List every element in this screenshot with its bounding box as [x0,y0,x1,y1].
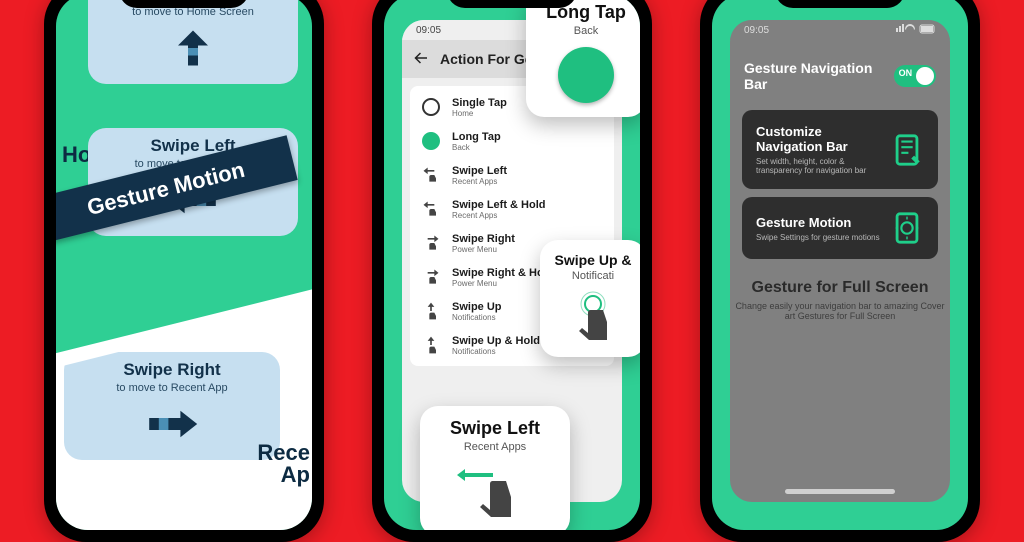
popup-subtitle: Back [540,25,632,37]
swipe-right-hold-icon [420,266,442,288]
phone-notch [775,0,905,8]
phone-notch [119,0,249,8]
popup-swipe-up: Swipe Up & Notificati [540,240,640,357]
popup-long-tap: Long Tap Back [526,0,640,117]
swipe-up-icon [420,300,442,322]
tap-circle-icon [558,47,614,103]
status-bar: 09:05 [730,20,950,40]
option-gesture-motion[interactable]: Gesture Motion Swipe Settings for gestur… [742,197,938,259]
popup-subtitle: Notificati [554,270,632,282]
swipe-left-icon [420,164,442,186]
swipe-right-icon [420,232,442,254]
home-indicator[interactable] [785,489,895,494]
toggle-knob [916,67,934,85]
swipe-up-hold-icon [420,334,442,356]
popup-swipe-left: Swipe Left Recent Apps [420,406,570,530]
popup-title: Swipe Left [434,418,556,439]
phone-mockup-2: 09:05 Action For Gesture Single TapHome … [372,0,652,542]
toggle-on-label: ON [899,68,913,78]
arrow-right-icon [142,402,202,446]
option-title: Customize Navigation Bar [756,124,890,154]
full-screen-title: Gesture for Full Screen [730,279,950,297]
list-item[interactable]: Swipe Left & HoldRecent Apps [410,192,614,226]
gesture-icon [890,211,924,245]
popup-subtitle: Recent Apps [434,441,556,453]
phone-mockup-3: 09:05 Gesture Navigation Bar ON Customiz… [700,0,980,542]
option-subtitle: Set width, height, color & transparency … [756,157,890,175]
arrow-up-icon [163,26,223,70]
status-time: 09:05 [744,25,769,36]
option-customize-nav[interactable]: Customize Navigation Bar Set width, heig… [742,110,938,189]
circle-outline-icon [420,96,442,118]
toggle-label: Gesture Navigation Bar [744,60,894,92]
status-icons [896,24,936,37]
gesture-nav-toggle[interactable]: ON [894,65,936,87]
list-item[interactable]: Long TapBack [410,124,614,158]
gesture-card-swipe-right: Swipe Right to move to Recent App [64,352,280,460]
status-time: 09:05 [416,25,441,36]
settings-window: 09:05 Gesture Navigation Bar ON Customiz… [730,20,950,502]
circle-filled-icon [420,130,442,152]
side-label-recent: ReceAp [257,442,310,486]
swipe-up-gesture-icon [554,290,632,345]
option-title: Gesture Motion [756,215,880,230]
customize-icon [890,133,924,167]
gesture-card-swipe-up: Swipe Up to move to Home Screen [88,0,298,84]
option-subtitle: Swipe Settings for gesture motions [756,233,880,242]
back-icon[interactable] [412,49,430,70]
swipe-left-gesture-icon [434,459,556,524]
card-subtitle: to move to Recent App [74,382,270,394]
popup-title: Swipe Up & [554,252,632,268]
gesture-nav-toggle-row: Gesture Navigation Bar ON [730,40,950,102]
phone-notch [447,0,577,8]
full-screen-subtitle: Change easily your navigation bar to ama… [730,301,950,321]
phone-mockup-1: Swipe Up to move to Home Screen Home Ges… [44,0,324,542]
swipe-left-hold-icon [420,198,442,220]
list-item[interactable]: Swipe LeftRecent Apps [410,158,614,192]
card-title: Swipe Right [74,360,270,380]
full-screen-info: Gesture for Full Screen Change easily yo… [730,279,950,321]
